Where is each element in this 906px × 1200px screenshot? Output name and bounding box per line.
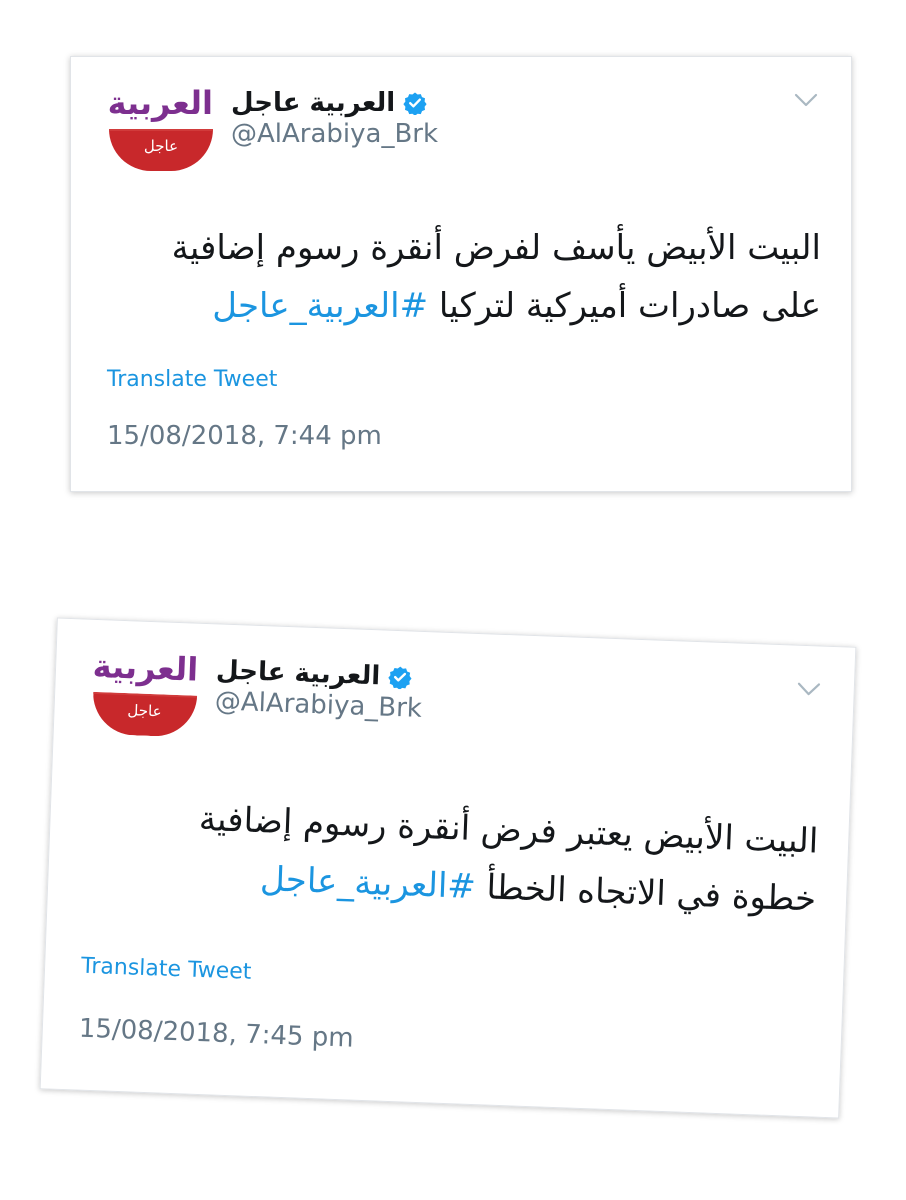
author-name[interactable]: العربية عاجل	[231, 88, 395, 118]
chevron-down-icon[interactable]	[795, 680, 822, 699]
verified-badge-icon	[403, 92, 427, 115]
tweet-card[interactable]: العربية عاجل العربية عاجل @AlArabiya_Brk…	[39, 617, 857, 1119]
verified-badge-icon	[388, 666, 412, 690]
tweet-card[interactable]: العربية عاجل العربية عاجل @AlArabiya_Brk…	[70, 56, 852, 492]
tweet-text: البيت الأبيض يعتبر فرض أنقرة رسوم إضافية…	[96, 786, 820, 928]
avatar-band-text: عاجل	[143, 137, 179, 155]
tweet-text-segment: خطوة في الاتجاه الخطأ	[475, 867, 817, 920]
tweet-text-line: البيت الأبيض يأسف لفرض أنقرة رسوم إضافية	[171, 228, 821, 268]
hashtag-link[interactable]: #العربية_عاجل	[212, 286, 428, 326]
author-handle[interactable]: @AlArabiya_Brk	[231, 119, 438, 149]
chevron-down-icon[interactable]	[793, 91, 819, 109]
avatar[interactable]: العربية عاجل	[107, 81, 214, 171]
author-handle[interactable]: @AlArabiya_Brk	[214, 686, 422, 724]
translate-tweet-link[interactable]: Translate Tweet	[107, 367, 277, 392]
avatar-band: عاجل	[109, 129, 213, 171]
hashtag-link[interactable]: #العربية_عاجل	[259, 859, 476, 907]
avatar-wordmark: العربية	[92, 646, 199, 689]
tweet-text: البيت الأبيض يأسف لفرض أنقرة رسوم إضافية…	[101, 219, 821, 335]
avatar[interactable]: العربية عاجل	[91, 644, 199, 738]
avatar-band: عاجل	[91, 691, 198, 738]
tweet-text-line: على صادرات أميركية لتركيا #العربية_عاجل	[101, 277, 821, 335]
avatar-wordmark: العربية	[107, 84, 214, 122]
tweet-timestamp[interactable]: 15/08/2018, 7:45 pm	[78, 1014, 354, 1054]
author-name[interactable]: العربية عاجل	[216, 655, 381, 691]
translate-tweet-link[interactable]: Translate Tweet	[81, 954, 252, 985]
tweet-text-segment: على صادرات أميركية لتركيا	[428, 286, 821, 326]
avatar-band-text: عاجل	[127, 701, 162, 721]
tweet-timestamp[interactable]: 15/08/2018, 7:44 pm	[107, 421, 382, 451]
author-row: العربية عاجل	[231, 83, 427, 123]
